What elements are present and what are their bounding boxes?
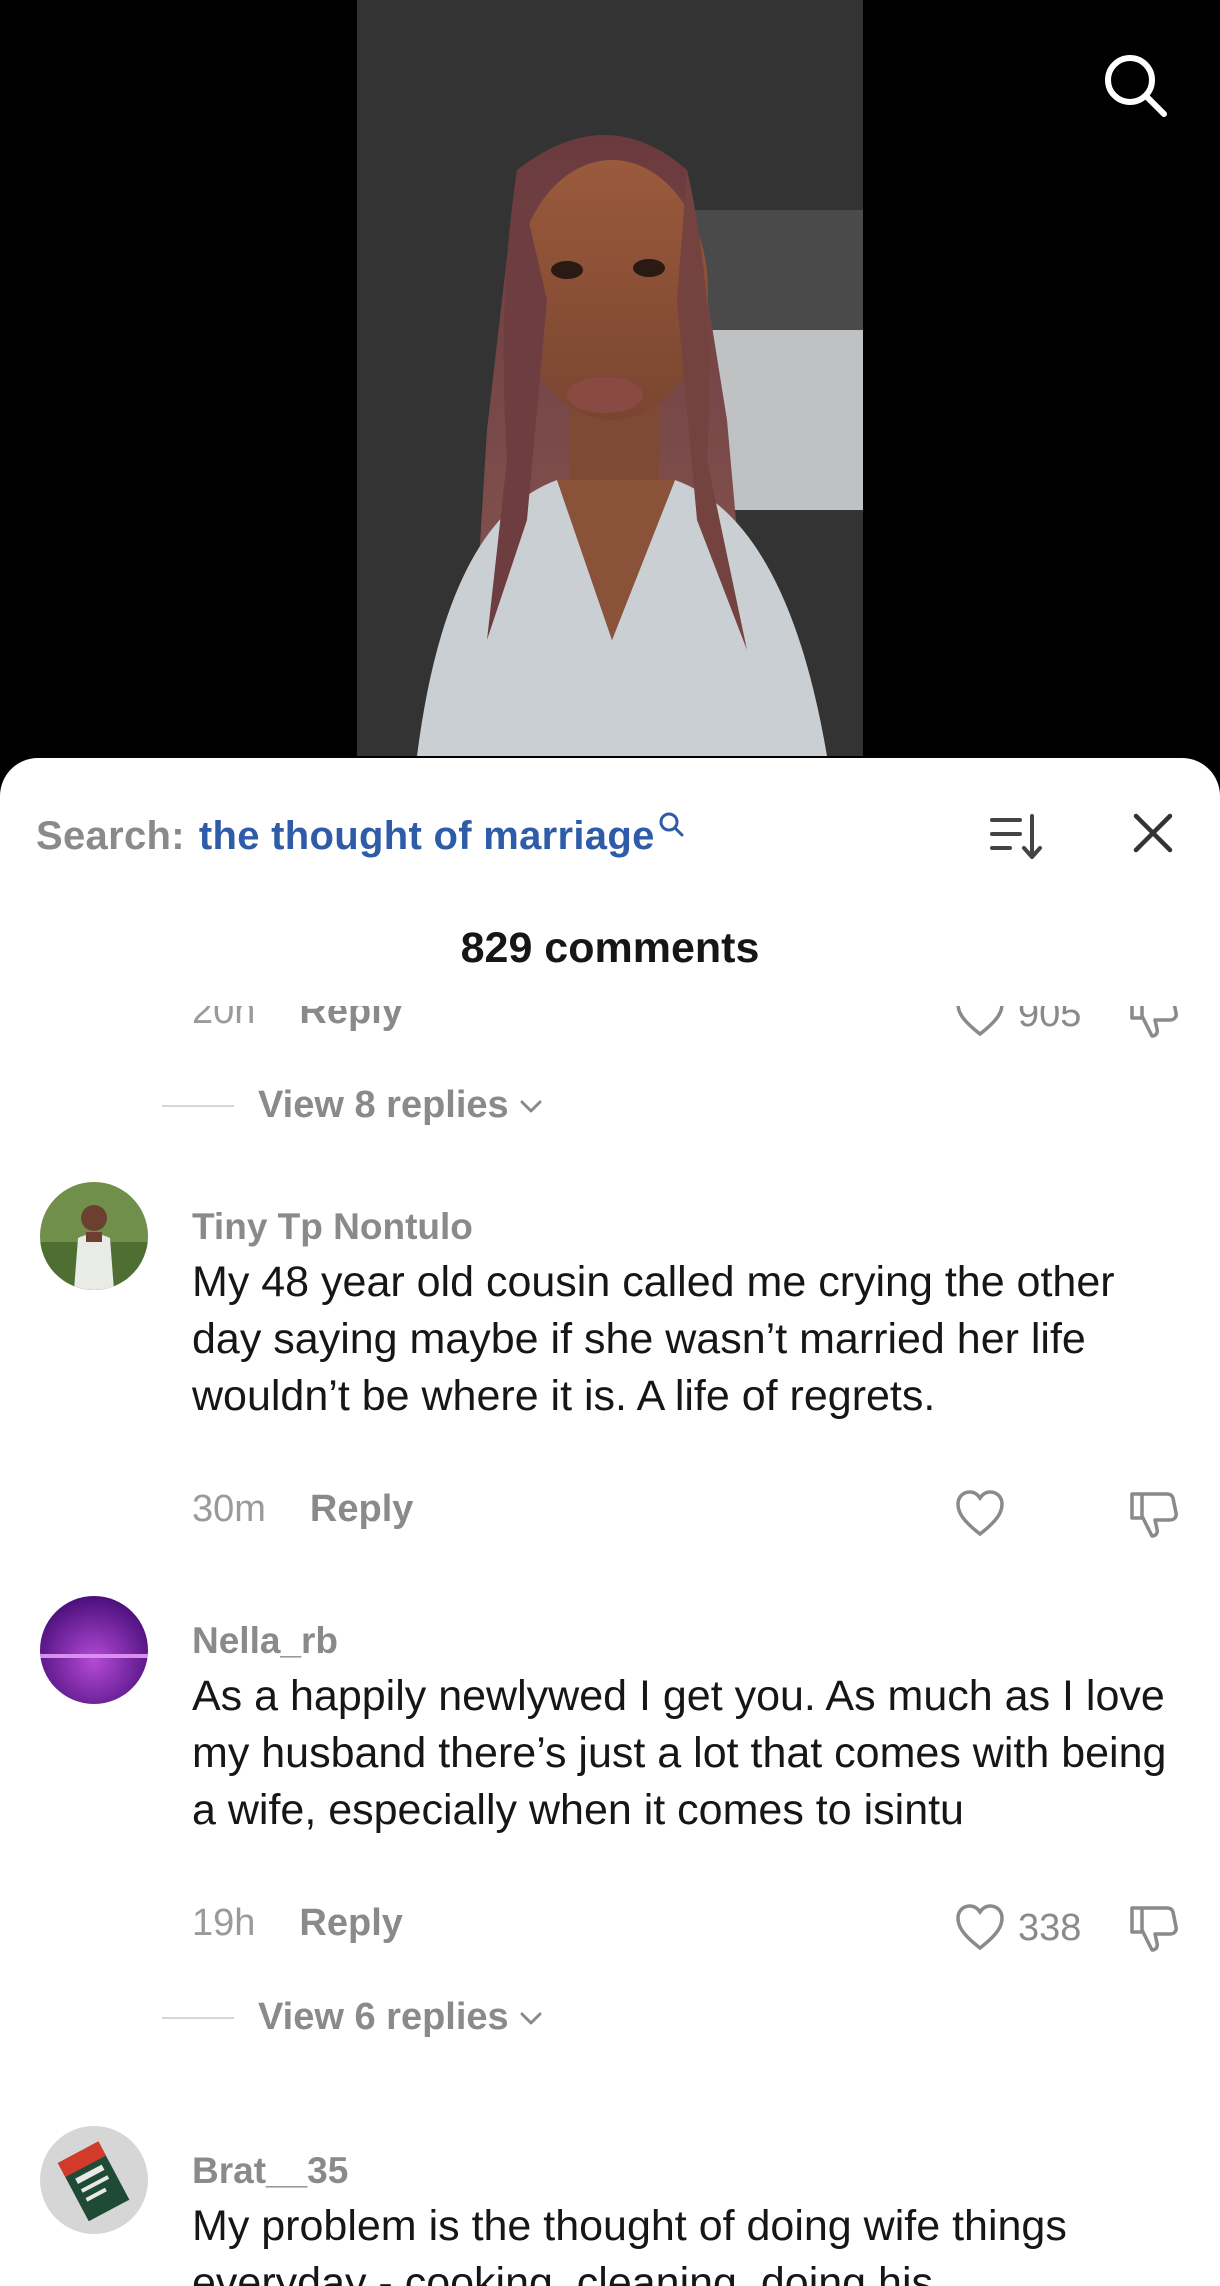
like-count: 905: [1018, 1006, 1082, 1035]
comments-list[interactable]: 20h Reply 905 View 8 replies Tiny Tp Non…: [0, 1006, 1220, 2286]
comment-meta: 20h Reply: [192, 1006, 403, 1033]
like-button[interactable]: 338: [952, 1900, 1081, 1956]
view-replies-label: View 6 replies: [258, 1996, 509, 2038]
search-prefix: Search:: [36, 813, 185, 858]
view-replies-label: View 8 replies: [258, 1084, 509, 1126]
like-button[interactable]: 905: [952, 1006, 1081, 1042]
divider: [162, 1104, 234, 1107]
comments-count: 829 comments: [460, 924, 760, 972]
reply-button[interactable]: Reply: [299, 1902, 402, 1945]
avatar[interactable]: [40, 2126, 148, 2234]
dislike-icon[interactable]: [1126, 1006, 1182, 1042]
like-count: 338: [1018, 1906, 1082, 1949]
search-icon[interactable]: [1100, 50, 1172, 122]
reply-button[interactable]: Reply: [299, 1006, 402, 1033]
video-frame[interactable]: [357, 0, 863, 756]
view-replies-button[interactable]: View 6 replies: [162, 1996, 545, 2039]
search-query[interactable]: the thought of marriage: [199, 814, 655, 859]
comment-meta: 19h Reply: [192, 1902, 403, 1945]
like-button[interactable]: [952, 1486, 1018, 1542]
comment-time: 20h: [192, 1006, 256, 1032]
comment-time: 19h: [192, 1902, 256, 1944]
comments-sheet: Search: the thought of marriage 829 comm…: [0, 758, 1220, 2286]
comment-meta: 30m Reply: [192, 1488, 413, 1531]
dislike-icon[interactable]: [1126, 1486, 1182, 1542]
comment-text: My problem is the thought of doing wife …: [192, 2202, 1067, 2286]
close-icon[interactable]: [1128, 808, 1178, 858]
comment-username[interactable]: Brat__35: [192, 2150, 348, 2192]
search-bar[interactable]: Search: the thought of marriage: [36, 806, 687, 866]
comment-username[interactable]: Tiny Tp Nontulo: [192, 1206, 473, 1248]
comment-time: 30m: [192, 1488, 266, 1530]
reply-button[interactable]: Reply: [310, 1488, 413, 1531]
comment-text: My 48 year old cousin called me crying t…: [192, 1258, 1115, 1420]
heart-icon: [956, 1490, 1004, 1537]
search-icon[interactable]: [657, 810, 687, 840]
comment-username[interactable]: Nella_rb: [192, 1620, 338, 1662]
sort-icon[interactable]: [986, 806, 1046, 866]
avatar[interactable]: [40, 1182, 148, 1290]
divider: [162, 2016, 234, 2019]
heart-icon: [956, 1904, 1004, 1951]
dislike-icon[interactable]: [1126, 1900, 1182, 1956]
video-player[interactable]: [0, 0, 1220, 760]
chevron-down-icon: [520, 1100, 542, 1112]
video-thumbnail: [357, 0, 863, 756]
heart-icon: [956, 1006, 1004, 1037]
view-replies-button[interactable]: View 8 replies: [162, 1084, 545, 1127]
chevron-down-icon: [520, 2012, 542, 2024]
comment-text: As a happily newlywed I get you. As much…: [192, 1672, 1167, 1834]
avatar[interactable]: [40, 1596, 148, 1704]
